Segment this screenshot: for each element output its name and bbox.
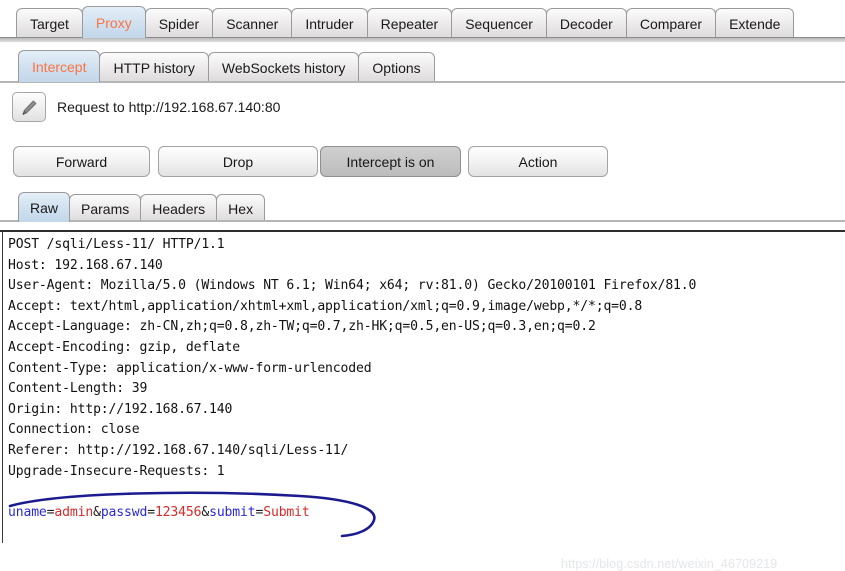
- param-value-passwd: 123456: [154, 505, 202, 520]
- viewtab-raw[interactable]: Raw: [18, 192, 71, 222]
- tab-spider[interactable]: Spider: [144, 8, 214, 38]
- viewtab-hex[interactable]: Hex: [216, 194, 266, 222]
- request-body-line: uname=admin&passwd=123456&submit=Submit: [8, 503, 310, 524]
- viewtab-headers[interactable]: Headers: [140, 194, 218, 222]
- tab-decoder[interactable]: Decoder: [545, 8, 627, 38]
- intercept-toggle-button[interactable]: Intercept is on: [320, 146, 461, 177]
- param-value-submit: Submit: [263, 505, 310, 520]
- tab-repeater[interactable]: Repeater: [366, 8, 453, 38]
- button-label: Action: [518, 153, 558, 170]
- subtab-label: HTTP history: [113, 59, 195, 76]
- param-key-submit: submit: [209, 505, 256, 520]
- viewtab-label: Headers: [152, 200, 206, 217]
- tab-comparer[interactable]: Comparer: [625, 8, 717, 38]
- tab-sequencer[interactable]: Sequencer: [451, 8, 547, 38]
- button-label: Drop: [222, 153, 254, 170]
- forward-button[interactable]: Forward: [13, 146, 150, 177]
- intercept-action-buttons: Forward Drop Intercept is on Action: [0, 146, 845, 180]
- viewtab-label: Hex: [228, 200, 254, 217]
- tab-label: Sequencer: [465, 15, 533, 32]
- viewtab-label: Params: [81, 200, 130, 217]
- tab-label: Decoder: [559, 15, 613, 32]
- subtab-label: Intercept: [32, 58, 87, 75]
- param-key-uname: uname: [8, 505, 47, 520]
- subtab-http-history[interactable]: HTTP history: [99, 52, 209, 82]
- tab-label: Intruder: [305, 15, 354, 32]
- viewtab-label: Raw: [30, 199, 59, 216]
- view-tab-separator: [0, 220, 845, 222]
- request-info-strip: Request to http://192.168.67.140:80: [0, 90, 845, 132]
- raw-request-editor[interactable]: POST /sqli/Less-11/ HTTP/1.1 Host: 192.1…: [0, 230, 845, 543]
- tab-target[interactable]: Target: [16, 8, 83, 38]
- tab-label: Extende: [729, 15, 781, 32]
- message-view-tab-bar: Raw Params Headers Hex: [0, 190, 845, 222]
- proxy-sub-tabs: Intercept HTTP history WebSockets histor…: [18, 50, 435, 82]
- tab-label: Spider: [158, 15, 200, 32]
- drop-button[interactable]: Drop: [158, 146, 318, 177]
- edit-request-button[interactable]: [12, 92, 46, 122]
- subtab-label: Options: [372, 59, 421, 76]
- viewtab-params[interactable]: Params: [69, 194, 142, 222]
- button-label: Forward: [55, 153, 108, 170]
- tab-label: Target: [30, 15, 69, 32]
- subtab-options[interactable]: Options: [358, 52, 435, 82]
- tab-intruder[interactable]: Intruder: [291, 8, 368, 38]
- param-equals: =: [147, 505, 155, 520]
- subtab-websockets-history[interactable]: WebSockets history: [207, 52, 360, 82]
- message-view-tabs: Raw Params Headers Hex: [18, 190, 266, 222]
- tab-scanner[interactable]: Scanner: [212, 8, 293, 38]
- param-value-uname: admin: [54, 505, 94, 520]
- proxy-panel: Intercept HTTP history WebSockets histor…: [0, 42, 845, 571]
- editor-left-border: [2, 232, 3, 543]
- watermark-text: https://blog.csdn.net/weixin_46709219: [561, 557, 778, 571]
- tab-label: Scanner: [226, 15, 279, 32]
- tab-label: Proxy: [95, 14, 132, 31]
- button-label: Intercept is on: [346, 153, 435, 170]
- subtab-intercept[interactable]: Intercept: [18, 50, 101, 82]
- tab-label: Repeater: [380, 15, 439, 32]
- request-headers-text: POST /sqli/Less-11/ HTTP/1.1 Host: 192.1…: [8, 237, 697, 479]
- subtab-label: WebSockets history: [221, 59, 346, 76]
- proxy-sub-tab-bar: Intercept HTTP history WebSockets histor…: [0, 50, 845, 83]
- pencil-icon: [13, 98, 45, 118]
- tab-label: Comparer: [639, 15, 703, 32]
- param-key-passwd: passwd: [100, 505, 148, 520]
- tab-proxy[interactable]: Proxy: [81, 6, 146, 38]
- sub-tab-separator: [0, 81, 845, 83]
- request-target-label: Request to http://192.168.67.140:80: [57, 99, 281, 115]
- param-amp: &: [201, 505, 210, 520]
- param-amp: &: [93, 505, 101, 520]
- tab-extender[interactable]: Extende: [715, 8, 795, 38]
- main-tab-bar: Target Proxy Spider Scanner Intruder Rep…: [0, 0, 845, 42]
- main-tabs: Target Proxy Spider Scanner Intruder Rep…: [16, 5, 795, 38]
- action-button[interactable]: Action: [468, 146, 608, 177]
